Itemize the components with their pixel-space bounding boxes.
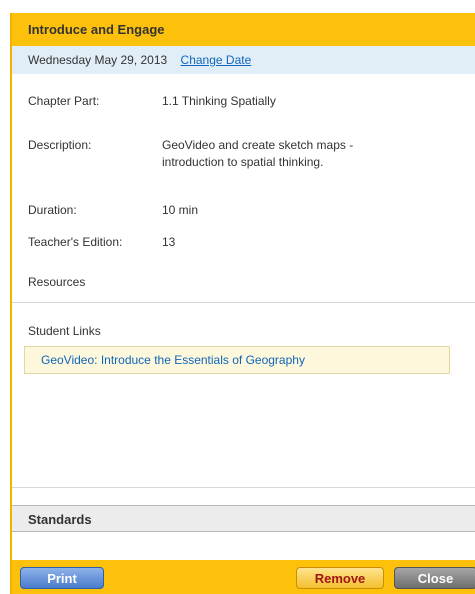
teachers-edition-label: Teacher's Edition: [28,235,123,249]
lesson-detail-panel: Introduce and Engage Wednesday May 29, 2… [10,13,475,594]
close-button[interactable]: Close [394,567,475,589]
description-label: Description: [28,138,92,152]
lesson-date: Wednesday May 29, 2013 [28,53,168,67]
change-date-link[interactable]: Change Date [181,53,252,67]
chapter-part-value: 1.1 Thinking Spatially [162,94,276,108]
divider [12,487,475,488]
panel-title: Introduce and Engage [12,13,475,46]
teachers-edition-value: 13 [162,235,176,249]
student-links-label: Student Links [28,324,101,338]
footer-bar: Print Remove Close [12,560,475,594]
remove-button[interactable]: Remove [296,567,384,589]
print-button[interactable]: Print [20,567,104,589]
resources-heading: Resources [28,275,86,289]
description-value: GeoVideo and create sketch maps - introd… [162,138,354,169]
student-link-item[interactable]: GeoVideo: Introduce the Essentials of Ge… [24,346,450,374]
divider [12,302,475,303]
duration-label: Duration: [28,203,77,217]
date-bar: Wednesday May 29, 2013 Change Date [12,46,475,74]
chapter-part-label: Chapter Part: [28,94,100,108]
duration-value: 10 min [162,203,199,217]
standards-header[interactable]: Standards [12,505,475,532]
